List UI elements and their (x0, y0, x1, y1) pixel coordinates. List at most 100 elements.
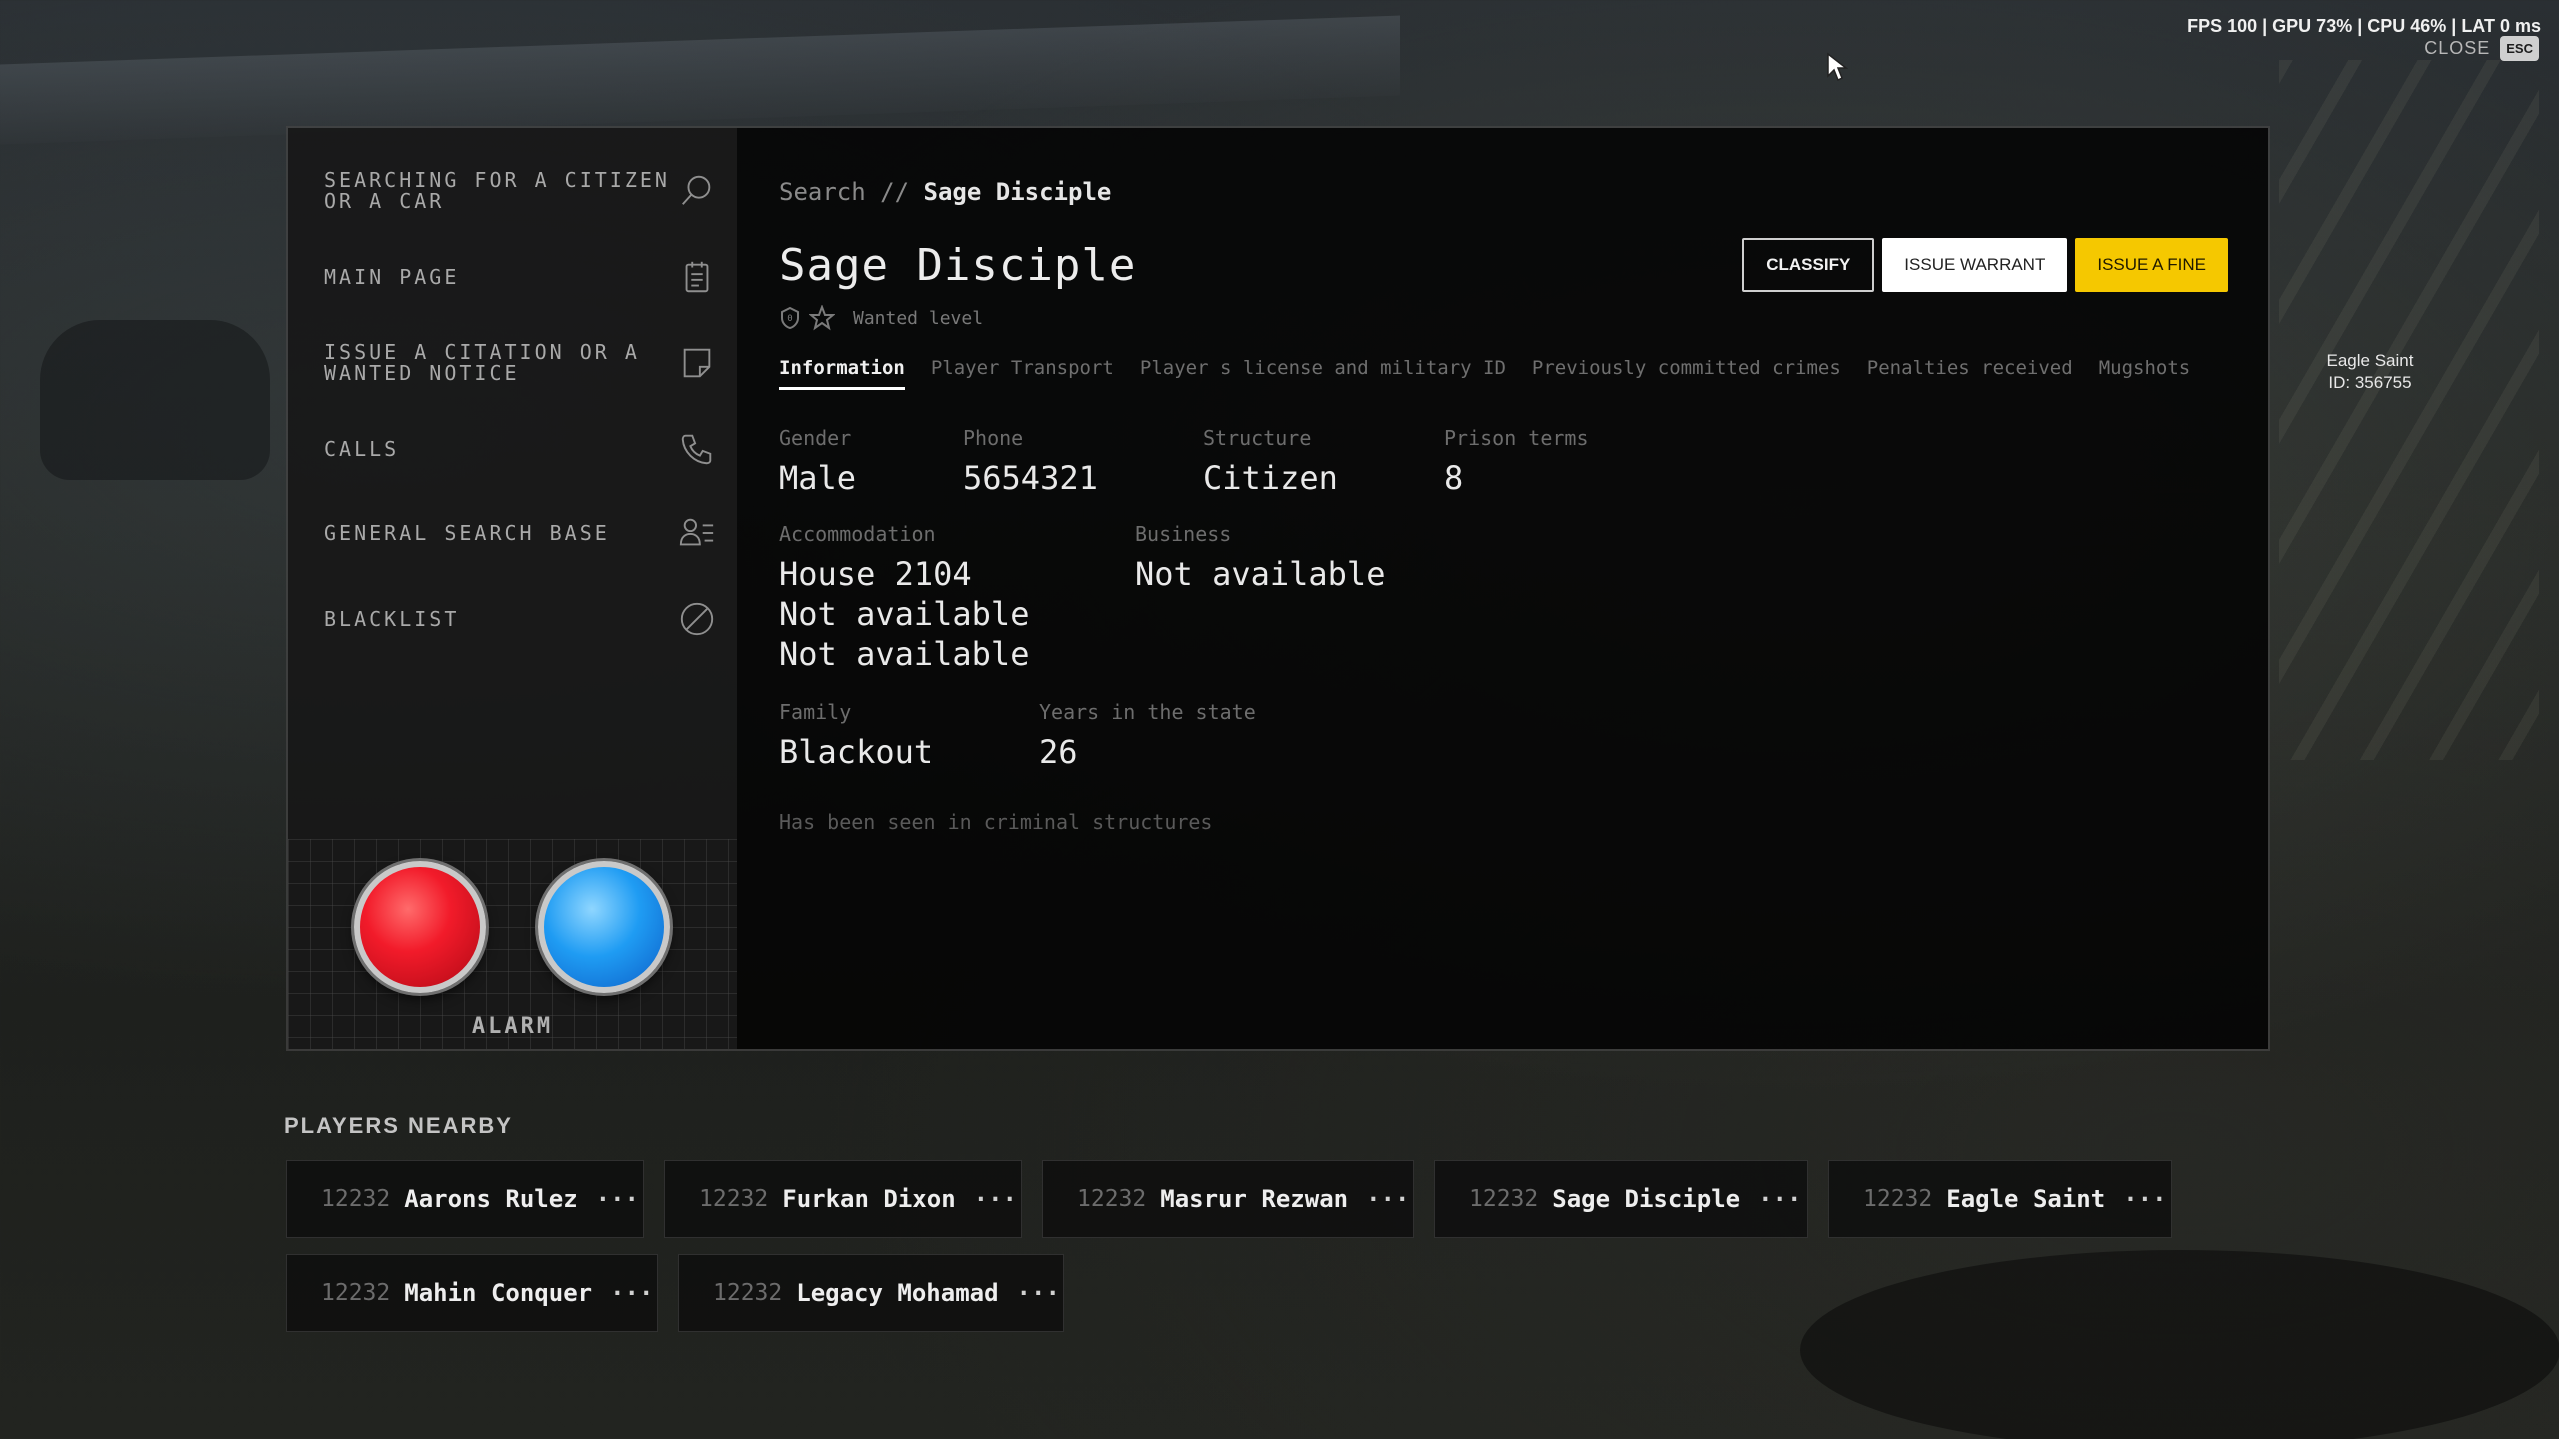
more-options-icon[interactable]: ··· (596, 1185, 639, 1213)
action-buttons: CLASSIFY ISSUE WARRANT ISSUE A FINE (1742, 238, 2228, 292)
sidebar-item-blacklist[interactable]: BLACKLIST (288, 586, 737, 652)
shield-icon: 0 (781, 306, 799, 330)
close-control[interactable]: CLOSE ESC (2424, 36, 2539, 61)
breadcrumb: Search // Sage Disciple (779, 178, 2268, 206)
sidebar-item-general-search[interactable]: GENERAL SEARCH BASE (288, 500, 737, 566)
alarm-area: ALARM (288, 839, 737, 1049)
family-label: Family (779, 700, 852, 724)
player-chip[interactable]: 12232 Furkan Dixon ··· (664, 1160, 1022, 1238)
alarm-blue-button[interactable] (538, 861, 670, 993)
breadcrumb-root[interactable]: Search (779, 178, 866, 206)
overhead-player-tag: Eagle Saint ID: 356755 (2300, 350, 2440, 394)
sidebar-item-search[interactable]: SEARCHING FOR A CITIZEN OR A CAR (288, 152, 737, 230)
gender-label: Gender (779, 426, 852, 450)
issue-warrant-button[interactable]: ISSUE WARRANT (1882, 238, 2068, 292)
player-id: 12232 (1077, 1186, 1147, 1212)
prison-terms-label: Prison terms (1444, 426, 1589, 450)
police-computer-panel: SEARCHING FOR A CITIZEN OR A CAR MAIN PA… (286, 126, 2270, 1051)
sidebar-item-label: CALLS (324, 436, 400, 461)
accommodation-value: Not available (779, 635, 1030, 673)
prison-terms-value: 8 (1444, 459, 1464, 497)
sidebar-item-label: MAIN PAGE (324, 264, 460, 289)
classify-button[interactable]: CLASSIFY (1742, 238, 1875, 292)
years-in-state-label: Years in the state (1039, 700, 1256, 724)
profile-tabs: Information Player Transport Player s li… (779, 357, 2268, 390)
wanted-level-value: 0 (787, 314, 792, 324)
sidebar-item-main-page[interactable]: MAIN PAGE (288, 244, 737, 310)
player-id: 12232 (1863, 1186, 1933, 1212)
overhead-player-name: Eagle Saint (2326, 351, 2414, 370)
player-chip[interactable]: 12232 Sage Disciple ··· (1434, 1160, 1808, 1238)
more-options-icon[interactable]: ··· (974, 1185, 1017, 1213)
close-label[interactable]: CLOSE (2424, 38, 2490, 59)
player-id: 12232 (321, 1280, 391, 1306)
structure-label: Structure (1203, 426, 1312, 450)
breadcrumb-separator: // (880, 178, 910, 206)
tab-player-transport[interactable]: Player Transport (931, 357, 1114, 390)
issue-fine-button[interactable]: ISSUE A FINE (2075, 238, 2228, 292)
phone-label: Phone (963, 426, 1024, 450)
tab-license-military-id[interactable]: Player s license and military ID (1140, 357, 1506, 390)
breadcrumb-current: Sage Disciple (923, 178, 1112, 206)
prison-terms-field: Prison terms 8 (1444, 426, 1684, 498)
tab-previous-crimes[interactable]: Previously committed crimes (1532, 357, 1841, 390)
players-nearby-title: PLAYERS NEARBY (284, 1113, 513, 1138)
player-id: 12232 (713, 1280, 783, 1306)
player-name: Eagle Saint (1946, 1185, 2106, 1213)
mouse-cursor-icon (1827, 52, 1848, 82)
phone-field: Phone 5654321 (963, 426, 1203, 498)
years-in-state-value: 26 (1039, 733, 1078, 771)
info-row-3: Family Blackout Years in the state 26 (779, 700, 2268, 772)
sidebar-item-label: GENERAL SEARCH BASE (324, 520, 610, 545)
player-chip[interactable]: 12232 Mahin Conquer ··· (286, 1254, 658, 1332)
family-field: Family Blackout (779, 700, 1039, 772)
player-chip[interactable]: 12232 Aarons Rulez ··· (286, 1160, 644, 1238)
background-shadow (1800, 1250, 2559, 1439)
structure-value: Citizen (1203, 459, 1338, 497)
phone-value: 5654321 (963, 459, 1098, 497)
more-options-icon[interactable]: ··· (1017, 1279, 1060, 1307)
sidebar-item-calls[interactable]: CALLS (288, 416, 737, 482)
player-chip[interactable]: 12232 Legacy Mohamad ··· (678, 1254, 1064, 1332)
sidebar-item-label: ISSUE A CITATION OR A WANTED NOTICE (324, 340, 640, 385)
star-icon (809, 305, 835, 331)
business-value: Not available (1135, 555, 1386, 593)
wanted-level: 0 Wanted level (779, 305, 2268, 331)
more-options-icon[interactable]: ··· (610, 1279, 653, 1307)
clipboard-icon (677, 257, 717, 297)
background-stairs (2279, 60, 2539, 760)
sidebar-item-label: SEARCHING FOR A CITIZEN OR A CAR (324, 168, 670, 213)
player-name: Sage Disciple (1552, 1185, 1741, 1213)
accommodation-field: Accommodation House 2104 Not available N… (779, 522, 1135, 674)
esc-key-badge[interactable]: ESC (2500, 36, 2539, 61)
gender-field: Gender Male (779, 426, 963, 498)
tab-mugshots[interactable]: Mugshots (2099, 357, 2191, 390)
phone-icon (677, 429, 717, 469)
tab-information[interactable]: Information (779, 357, 905, 390)
player-chip[interactable]: 12232 Masrur Rezwan ··· (1042, 1160, 1414, 1238)
player-name: Legacy Mohamad (796, 1279, 999, 1307)
performance-hud: FPS 100 | GPU 73% | CPU 46% | LAT 0 ms (2187, 16, 2541, 36)
more-options-icon[interactable]: ··· (2123, 1185, 2166, 1213)
alarm-red-button[interactable] (354, 861, 486, 993)
sidebar-item-label: BLACKLIST (324, 606, 460, 631)
business-field: Business Not available (1135, 522, 1455, 674)
background-car (40, 320, 270, 480)
sidebar-item-issue-citation[interactable]: ISSUE A CITATION OR A WANTED NOTICE (288, 330, 737, 396)
wanted-level-label: Wanted level (853, 307, 984, 329)
accommodation-value: House 2104 (779, 555, 972, 593)
tab-penalties[interactable]: Penalties received (1867, 357, 2073, 390)
info-row-2: Accommodation House 2104 Not available N… (779, 522, 2268, 674)
player-id: 12232 (699, 1186, 769, 1212)
more-options-icon[interactable]: ··· (1758, 1185, 1801, 1213)
player-name: Masrur Rezwan (1160, 1185, 1349, 1213)
player-chip[interactable]: 12232 Eagle Saint ··· (1828, 1160, 2172, 1238)
sidebar: SEARCHING FOR A CITIZEN OR A CAR MAIN PA… (288, 128, 737, 1049)
family-value: Blackout (779, 733, 934, 771)
player-id: 12232 (1469, 1186, 1539, 1212)
more-options-icon[interactable]: ··· (1366, 1185, 1409, 1213)
overhead-player-id: ID: 356755 (2328, 373, 2412, 392)
criminal-structures-note: Has been seen in criminal structures (779, 810, 1213, 834)
player-name: Furkan Dixon (782, 1185, 956, 1213)
accommodation-values: House 2104 Not available Not available (779, 554, 1135, 674)
